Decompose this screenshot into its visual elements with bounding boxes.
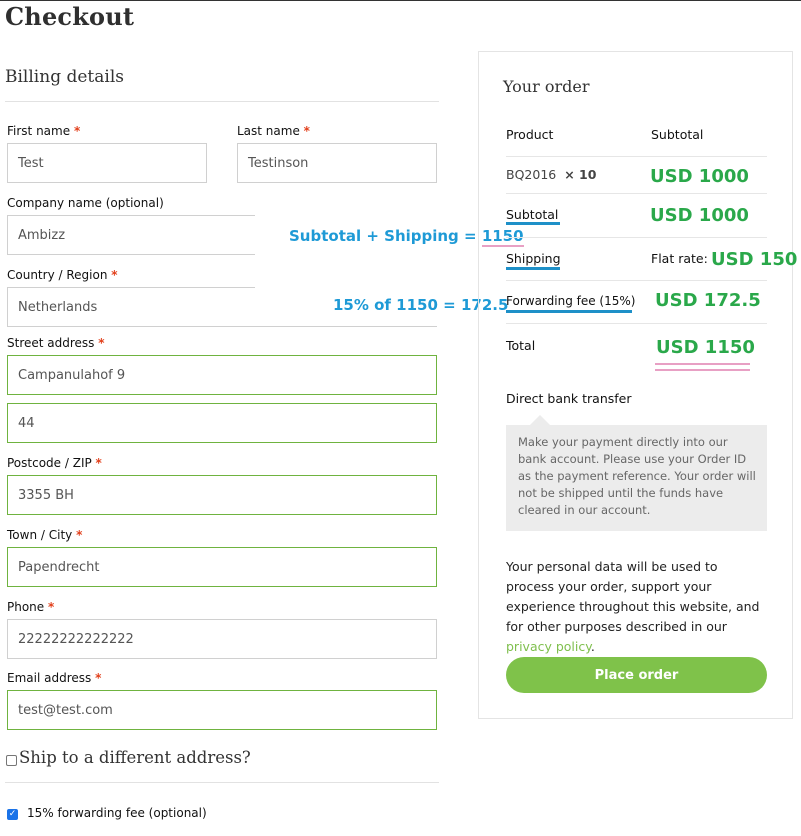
ship-divider [5, 782, 439, 783]
place-order-button[interactable]: Place order [506, 657, 767, 693]
company-label: Company name (optional) [7, 196, 164, 210]
ship-different-label: Ship to a different address? [19, 748, 251, 767]
total-value: USD 1150 [656, 337, 755, 358]
street-input-1[interactable]: Campanulahof 9 [7, 355, 437, 395]
forwarding-fee-option-label: 15% forwarding fee (optional) [27, 806, 207, 820]
subtotal-value: USD 1000 [650, 205, 749, 226]
last-name-input[interactable]: Testinson [237, 143, 437, 183]
order-item-name: BQ2016 × 10 [506, 167, 597, 182]
forwarding-fee-checkbox[interactable]: ✓ [7, 809, 18, 820]
shipping-label: Shipping [506, 251, 561, 266]
forwarding-fee-underline [506, 310, 632, 313]
order-divider [506, 323, 767, 324]
subtotal-label: Subtotal [506, 207, 559, 222]
total-label: Total [506, 338, 536, 353]
total-underline [655, 363, 750, 365]
city-label: Town / City * [7, 528, 83, 542]
billing-divider [5, 101, 439, 102]
order-divider [506, 156, 767, 157]
postcode-input[interactable]: 3355 BH [7, 475, 437, 515]
shipping-underline [506, 267, 560, 270]
city-input[interactable]: Papendrecht [7, 547, 437, 587]
billing-heading: Billing details [5, 67, 124, 87]
total-underline [655, 369, 750, 371]
email-input[interactable]: test@test.com [7, 690, 437, 730]
privacy-policy-link[interactable]: privacy policy [506, 639, 591, 654]
col-subtotal-header: Subtotal [651, 127, 704, 142]
street-input-2[interactable]: 44 [7, 403, 437, 443]
subtotal-underline [506, 222, 560, 225]
payment-description: Make your payment directly into our bank… [518, 435, 756, 517]
forwarding-fee-label: Forwarding fee (15%) [506, 294, 636, 308]
privacy-notice: Your personal data will be used to proce… [506, 559, 760, 654]
col-product-header: Product [506, 127, 554, 142]
order-divider [506, 193, 767, 194]
payment-box-arrow [530, 415, 550, 425]
phone-label: Phone * [7, 600, 55, 614]
street-label: Street address * [7, 336, 105, 350]
forwarding-fee-value: USD 172.5 [655, 290, 761, 311]
postcode-label: Postcode / ZIP * [7, 456, 102, 470]
ship-different-checkbox[interactable] [6, 755, 17, 766]
order-item-total: USD 1000 [650, 166, 749, 187]
last-name-label: Last name * [237, 124, 310, 138]
page-title: Checkout [5, 2, 135, 31]
order-divider [506, 280, 767, 281]
phone-input[interactable]: 22222222222222 [7, 619, 437, 659]
order-heading: Your order [503, 77, 590, 96]
country-label: Country / Region * [7, 268, 118, 282]
shipping-method: Flat rate: [651, 251, 708, 266]
shipping-value: USD 150 [711, 249, 798, 270]
order-divider [506, 237, 767, 238]
email-label: Email address * [7, 671, 102, 685]
first-name-label: First name * [7, 124, 81, 138]
payment-method-label[interactable]: Direct bank transfer [506, 391, 632, 406]
first-name-input[interactable]: Test [7, 143, 207, 183]
